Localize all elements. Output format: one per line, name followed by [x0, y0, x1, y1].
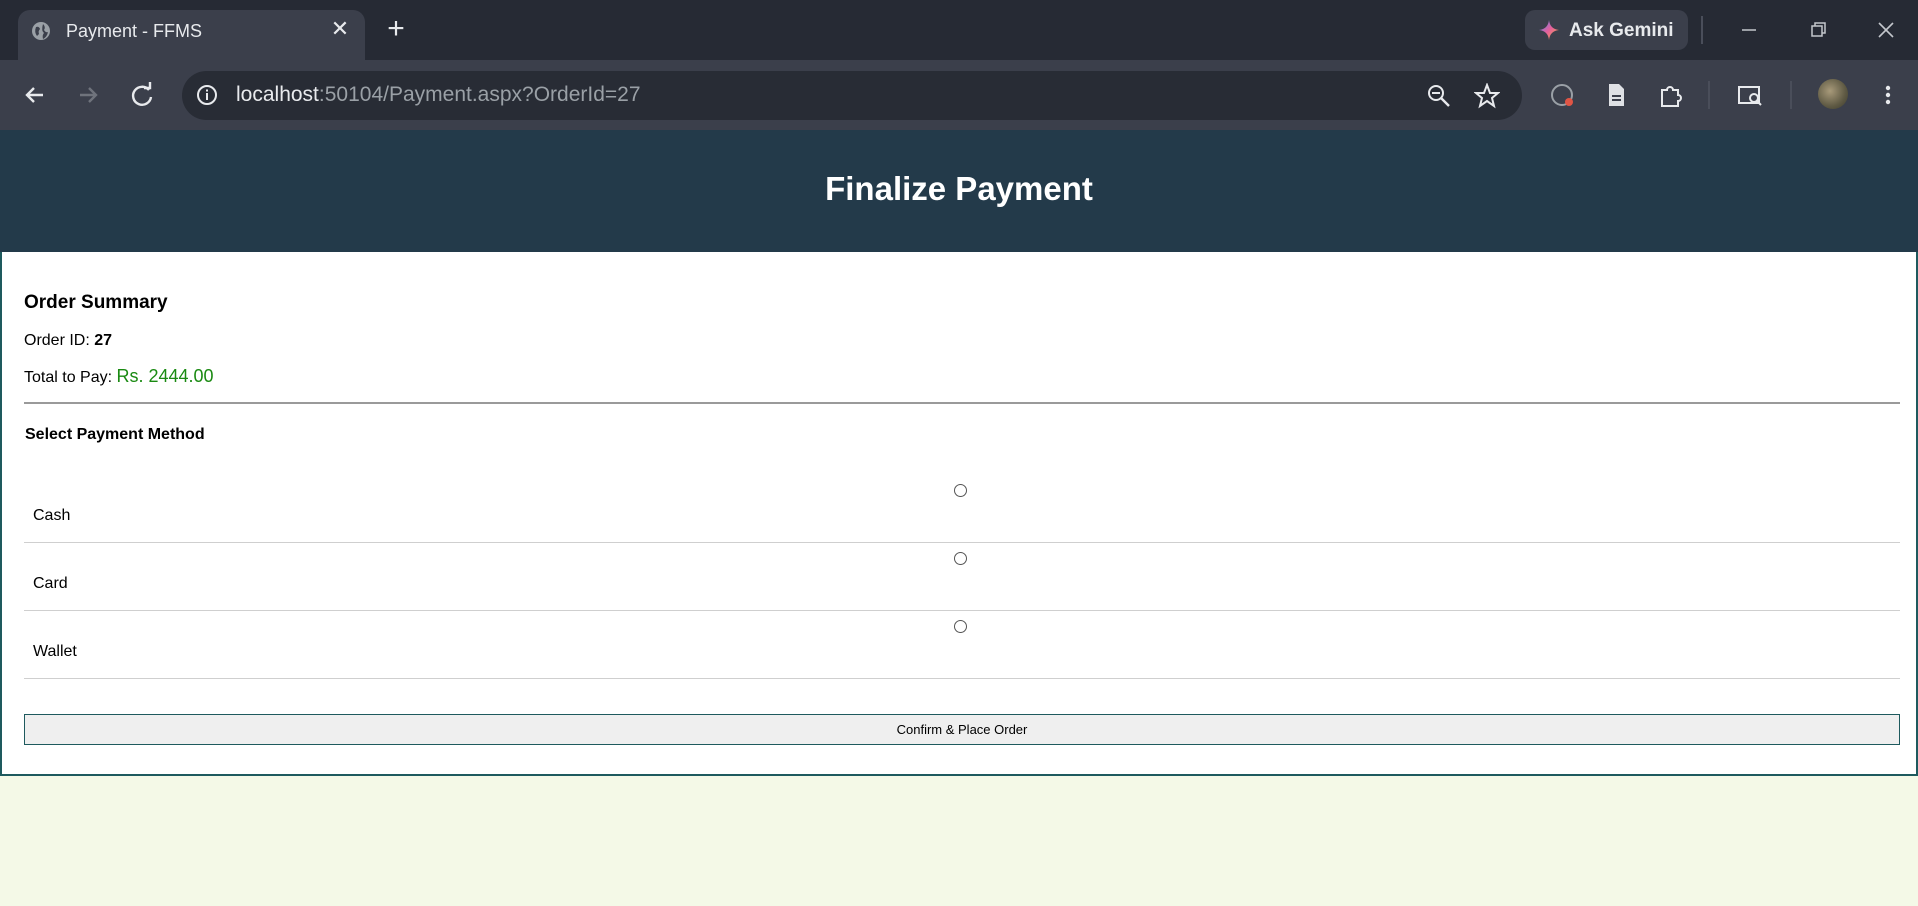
- minimize-icon[interactable]: [1733, 14, 1765, 46]
- cash-label[interactable]: Cash: [33, 507, 70, 525]
- card-radio[interactable]: [954, 552, 967, 565]
- browser-tab-strip: Payment - FFMS ✕ + Ask Gemini: [0, 0, 1918, 60]
- tab-title: Payment - FFMS: [66, 21, 203, 41]
- tab-close-icon[interactable]: ✕: [329, 18, 351, 40]
- back-arrow-icon[interactable]: [18, 78, 52, 112]
- page-header: Finalize Payment: [0, 130, 1918, 252]
- globe-icon: [32, 22, 50, 40]
- total-label: Total to Pay:: [24, 369, 117, 386]
- forward-arrow-icon[interactable]: [71, 78, 105, 112]
- total-line: Total to Pay: Rs. 2444.00: [24, 366, 214, 387]
- puzzle-icon[interactable]: [1657, 81, 1685, 109]
- order-id-line: Order ID: 27: [24, 332, 112, 350]
- payment-method-heading: Select Payment Method: [25, 426, 205, 443]
- profile-avatar[interactable]: [1818, 79, 1848, 109]
- url-path: :50104/Payment.aspx?OrderId=27: [318, 83, 641, 106]
- toolbar-separator: [1790, 81, 1792, 109]
- payment-option-cash[interactable]: Cash: [24, 474, 1900, 543]
- payment-option-card[interactable]: Card: [24, 542, 1900, 611]
- toolbar-separator: [1708, 81, 1710, 109]
- reload-icon[interactable]: [125, 78, 159, 112]
- total-amount: Rs. 2444.00: [116, 366, 214, 386]
- gemini-sparkle-icon: [1539, 20, 1559, 40]
- more-menu-icon[interactable]: [1874, 81, 1902, 109]
- toolbar-separator: [1701, 16, 1703, 44]
- wallet-radio[interactable]: [954, 620, 967, 633]
- wallet-label[interactable]: Wallet: [33, 643, 77, 661]
- url-text[interactable]: localhost:50104/Payment.aspx?OrderId=27: [236, 83, 641, 107]
- tab-search-icon[interactable]: [1736, 81, 1764, 109]
- info-icon[interactable]: [195, 83, 219, 107]
- payment-card: Order Summary Order ID: 27 Total to Pay:…: [0, 252, 1918, 776]
- cash-radio[interactable]: [954, 484, 967, 497]
- new-tab-icon[interactable]: +: [382, 14, 410, 44]
- divider: [24, 402, 1900, 404]
- ask-gemini-button[interactable]: Ask Gemini: [1525, 10, 1688, 50]
- ask-gemini-label: Ask Gemini: [1569, 20, 1674, 41]
- confirm-place-order-button[interactable]: Confirm & Place Order: [24, 714, 1900, 745]
- page-title: Finalize Payment: [825, 170, 1093, 207]
- document-icon[interactable]: [1602, 81, 1630, 109]
- browser-tab[interactable]: Payment - FFMS ✕: [18, 10, 365, 60]
- address-bar[interactable]: localhost:50104/Payment.aspx?OrderId=27: [182, 71, 1522, 120]
- order-id-label: Order ID:: [24, 332, 95, 349]
- browser-toolbar: localhost:50104/Payment.aspx?OrderId=27: [0, 60, 1918, 130]
- zoom-out-icon[interactable]: [1426, 83, 1452, 109]
- restore-icon[interactable]: [1802, 14, 1834, 46]
- performance-icon[interactable]: [1548, 81, 1576, 109]
- card-label[interactable]: Card: [33, 575, 68, 593]
- order-summary-heading: Order Summary: [24, 292, 168, 313]
- payment-option-wallet[interactable]: Wallet: [24, 610, 1900, 679]
- close-window-icon[interactable]: [1870, 14, 1902, 46]
- star-icon[interactable]: [1474, 83, 1500, 109]
- order-id-value: 27: [94, 332, 113, 349]
- url-host: localhost: [236, 83, 319, 106]
